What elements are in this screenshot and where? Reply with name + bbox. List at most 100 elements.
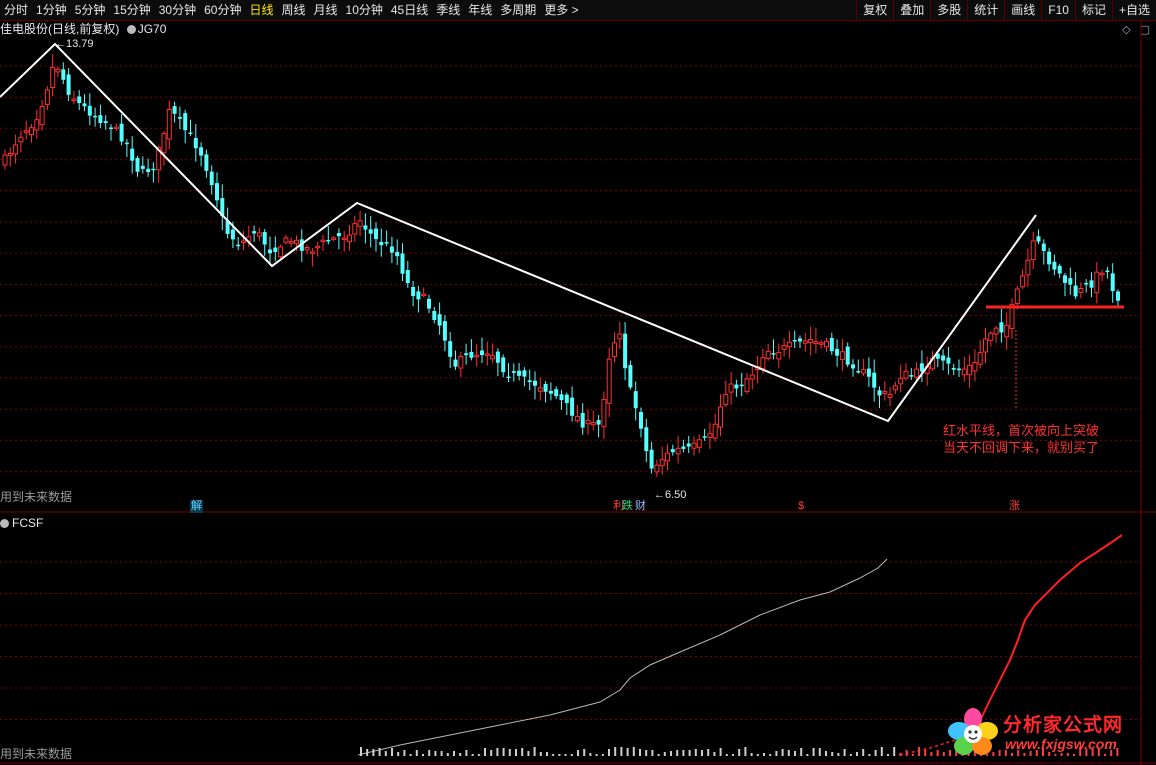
candle: [564, 392, 569, 416]
period-tab-9[interactable]: 10分钟: [342, 0, 387, 20]
period-tab-2[interactable]: 5分钟: [71, 0, 110, 20]
period-tab-14[interactable]: 更多 >: [540, 0, 582, 20]
fcsf-bar: [701, 750, 703, 756]
period-tab-7[interactable]: 周线: [277, 0, 309, 20]
tool-button-4[interactable]: 画线: [1004, 0, 1041, 20]
annotation-line-2: 当天不回调下来，就别买了: [943, 440, 1100, 455]
period-tab-12[interactable]: 年线: [464, 0, 496, 20]
fcsf-bar: [645, 750, 648, 756]
tool-button-0[interactable]: 复权: [856, 0, 893, 20]
candle: [1099, 269, 1105, 282]
candle: [633, 381, 638, 421]
candle: [839, 338, 845, 371]
candle: [87, 93, 92, 126]
fcsf-bar: [936, 750, 939, 756]
fcsf-bar: [422, 754, 424, 756]
candle: [977, 339, 983, 369]
candle: [1105, 266, 1110, 279]
candle: [368, 215, 373, 248]
candle: [718, 394, 723, 437]
candle: [1025, 248, 1031, 287]
candle: [543, 381, 548, 403]
tool-button-3[interactable]: 统计: [967, 0, 1004, 20]
fcsf-bar: [577, 750, 579, 756]
candle: [554, 386, 559, 400]
candle: [315, 241, 321, 257]
period-tab-4[interactable]: 30分钟: [155, 0, 200, 20]
tool-button-5[interactable]: F10: [1041, 0, 1075, 20]
candle: [872, 359, 877, 402]
candle: [649, 441, 654, 474]
fcsf-bar: [564, 754, 567, 756]
fcsf-bar: [384, 751, 387, 756]
fcsf-red-line: [977, 534, 1123, 726]
period-tab-11[interactable]: 季线: [432, 0, 464, 20]
period-tab-5[interactable]: 60分钟: [200, 0, 245, 20]
period-tab-8[interactable]: 月线: [310, 0, 342, 20]
candle: [776, 343, 782, 369]
fcsf-bar: [639, 749, 641, 756]
candle: [262, 229, 267, 256]
period-tab-10[interactable]: 45日线: [387, 0, 432, 20]
tool-button-2[interactable]: 多股: [930, 0, 967, 20]
candle: [252, 225, 257, 242]
candle: [866, 357, 871, 387]
fcsf-bar: [744, 747, 747, 756]
candle: [999, 308, 1004, 343]
period-tab-0[interactable]: 分时: [0, 0, 32, 20]
fcsf-bar: [831, 752, 834, 756]
fcsf-bar: [595, 754, 598, 756]
candle: [856, 359, 861, 374]
fcsf-bar: [378, 748, 381, 756]
candle: [199, 142, 204, 167]
watermark: 分析家公式网 www.fxjgsw.com: [945, 704, 1150, 760]
candle: [792, 330, 797, 349]
fcsf-bar: [806, 754, 809, 756]
fcsf-bar: [583, 749, 586, 756]
candle: [972, 349, 978, 382]
tool-button-6[interactable]: 标记: [1074, 0, 1112, 20]
fcsf-bar: [849, 754, 852, 756]
candle: [1084, 279, 1089, 293]
fcsf-bar: [750, 753, 753, 756]
period-tab-1[interactable]: 1分钟: [32, 0, 71, 20]
candle: [1036, 229, 1041, 245]
fcsf-bar: [787, 750, 790, 756]
candle: [357, 210, 363, 236]
fcsf-bar: [502, 748, 505, 756]
candle: [124, 139, 129, 158]
fcsf-bar: [477, 754, 480, 756]
fcsf-bar: [558, 754, 561, 756]
event-marker-5[interactable]: 涨: [1008, 500, 1021, 513]
event-marker-4[interactable]: $: [797, 500, 805, 513]
period-tab-3[interactable]: 15分钟: [109, 0, 154, 20]
candle: [98, 104, 103, 129]
candle: [236, 236, 241, 251]
candle: [268, 236, 272, 264]
period-tab-13[interactable]: 多周期: [496, 0, 540, 20]
candle: [7, 147, 13, 167]
fcsf-bar: [899, 753, 902, 756]
candle: [501, 354, 506, 378]
candle: [1078, 282, 1084, 299]
candle: [416, 285, 421, 313]
candle: [384, 230, 389, 247]
event-marker-0[interactable]: 解: [190, 500, 203, 513]
tool-button-7[interactable]: +自选: [1111, 0, 1156, 20]
candle: [469, 339, 474, 361]
candle: [771, 339, 776, 360]
event-marker-3[interactable]: 财: [634, 500, 647, 513]
candle: [130, 136, 135, 174]
candle: [739, 372, 744, 397]
price-low-label: ←6.50: [654, 489, 687, 501]
tool-button-1[interactable]: 叠加: [893, 0, 930, 20]
sub-indicator-toggle-icon[interactable]: [0, 519, 9, 528]
sub-indicator-name[interactable]: FCSF: [12, 516, 43, 530]
event-marker-2[interactable]: 跌: [621, 500, 634, 513]
fcsf-bar: [862, 749, 865, 756]
candle: [623, 322, 628, 381]
period-tab-6[interactable]: 日线: [245, 0, 277, 20]
sub-indicator-title: FCSF: [0, 516, 43, 530]
candle: [734, 379, 739, 397]
fcsf-bar: [670, 751, 672, 756]
